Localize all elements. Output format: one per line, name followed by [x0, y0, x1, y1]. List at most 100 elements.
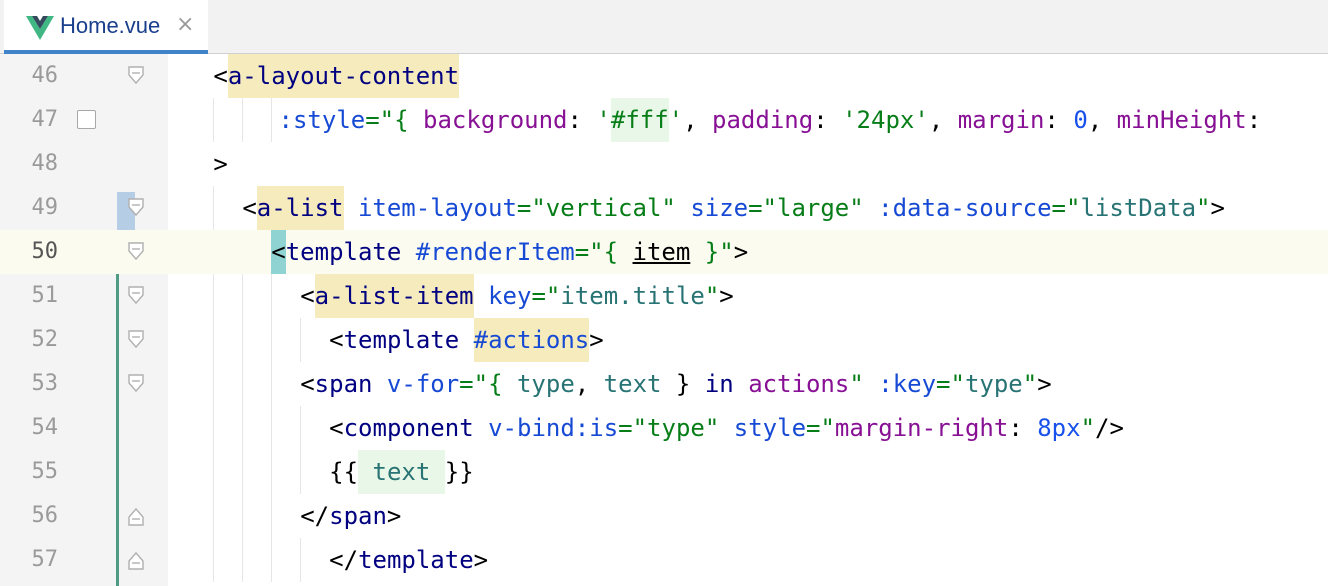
line-number[interactable]: 49 [0, 186, 59, 230]
code-text: {{ text }} [329, 450, 474, 494]
line-number[interactable]: 51 [0, 274, 59, 318]
code-token: v-for [386, 370, 460, 398]
code-token: text [603, 370, 662, 398]
code-token: =" [1051, 194, 1081, 222]
code-line-56[interactable]: </span> [168, 494, 1328, 538]
gutter-row: 48 [0, 142, 168, 186]
gutter-row: 56 [0, 494, 168, 538]
code-text: <a-layout-content [213, 54, 460, 98]
code-token: ="{ [574, 238, 633, 266]
code-token: }} [444, 458, 474, 486]
code-token: " [1080, 414, 1096, 442]
line-number[interactable]: 54 [0, 406, 59, 450]
code-line-47[interactable]: :style="{ background: '#fff', padding: '… [168, 98, 1328, 142]
code-token: " [849, 370, 864, 398]
fold-start-icon[interactable] [128, 286, 144, 306]
gutter-row: 55 [0, 450, 168, 494]
code-token: " [1196, 194, 1211, 222]
code-token: ="{ [365, 106, 424, 134]
code-token: span [329, 502, 387, 530]
code-token: > [213, 150, 228, 178]
code-line-48[interactable]: > [168, 142, 1328, 186]
tab-label: Home.vue [60, 13, 161, 38]
code-line-57[interactable]: </template> [168, 538, 1328, 582]
code-token: span [314, 370, 373, 398]
code-line-51[interactable]: <a-list-item key="item.title"> [168, 274, 1328, 318]
code-token: margin [957, 106, 1045, 134]
code-text: > [213, 142, 227, 186]
line-number[interactable]: 52 [0, 318, 59, 362]
code-line-46[interactable]: <a-layout-content [168, 54, 1328, 98]
fold-start-icon[interactable] [128, 242, 144, 262]
code-text: <template #actions> [329, 318, 604, 362]
gutter-row: 49 [0, 186, 168, 230]
code-token: }" [690, 238, 734, 266]
code-token: #renderItem [415, 238, 575, 266]
code-token: < [300, 282, 315, 310]
code-token: > [589, 326, 604, 354]
code-token: ="large" [748, 194, 864, 222]
line-number[interactable]: 56 [0, 494, 59, 538]
fold-end-icon[interactable] [128, 506, 144, 526]
code-line-54[interactable]: <component v-bind:is="type" style="margi… [168, 406, 1328, 450]
line-number[interactable]: 46 [0, 54, 59, 98]
line-number[interactable]: 47 [0, 98, 59, 142]
code-token: type [516, 370, 575, 398]
code-token: template [358, 546, 474, 574]
fold-start-icon[interactable] [128, 66, 144, 86]
code-token: , [683, 106, 713, 134]
fold-start-icon[interactable] [128, 198, 144, 218]
code-token: in [704, 370, 734, 398]
code-token: ="vertical" [516, 194, 676, 222]
code-text: <template #renderItem="{ item }"> [271, 230, 748, 274]
code-token: </ [329, 546, 359, 574]
code-token: : [813, 106, 843, 134]
code-line-50[interactable]: <template #renderItem="{ item }"> [168, 230, 1328, 274]
code-token: , [928, 106, 958, 134]
fold-start-icon[interactable] [128, 374, 144, 394]
code-text: <a-list item-layout="vertical" size="lar… [242, 186, 1225, 230]
code-token: minHeight [1116, 106, 1247, 134]
code-token: < [329, 326, 344, 354]
line-number[interactable]: 57 [0, 538, 59, 582]
line-number[interactable]: 53 [0, 362, 59, 406]
editor-window: Home.vue × 46 47 48 49 50 51 52 53 54 55 56 57 <a-l… [0, 0, 1328, 586]
code-token: item-layout [357, 194, 517, 222]
code-token: > [733, 238, 749, 266]
code-line-52[interactable]: <template #actions> [168, 318, 1328, 362]
code-token: template [343, 326, 460, 354]
code-line-49[interactable]: <a-list item-layout="vertical" size="lar… [168, 186, 1328, 230]
code-line-55[interactable]: {{ text }} [168, 450, 1328, 494]
code-token: type [964, 370, 1023, 398]
close-icon[interactable]: × [176, 12, 194, 37]
identifier-highlight: text [358, 450, 445, 494]
line-number[interactable]: 50 [0, 230, 59, 274]
breakpoint-checkbox-icon[interactable] [77, 110, 96, 129]
identifier-highlight: #fff [610, 98, 669, 142]
tab-home-vue[interactable]: Home.vue × [4, 0, 208, 54]
code-line-53[interactable]: <span v-for="{ type, text } in actions" … [168, 362, 1328, 406]
code-token: : [1044, 106, 1074, 134]
code-token: < [242, 194, 257, 222]
code-token: :style [278, 106, 366, 134]
fold-end-icon[interactable] [128, 550, 144, 570]
code-editor[interactable]: <a-layout-content:style="{ background: '… [168, 54, 1328, 586]
line-number[interactable]: 48 [0, 142, 59, 186]
code-token: > [1210, 194, 1225, 222]
line-number[interactable]: 55 [0, 450, 59, 494]
code-token: :data-source [878, 194, 1052, 222]
fold-start-icon[interactable] [128, 330, 144, 350]
gutter-row: 52 [0, 318, 168, 362]
code-token: " [1022, 370, 1038, 398]
editor-tab-bar: Home.vue × [0, 0, 1328, 54]
code-token: , [574, 370, 604, 398]
